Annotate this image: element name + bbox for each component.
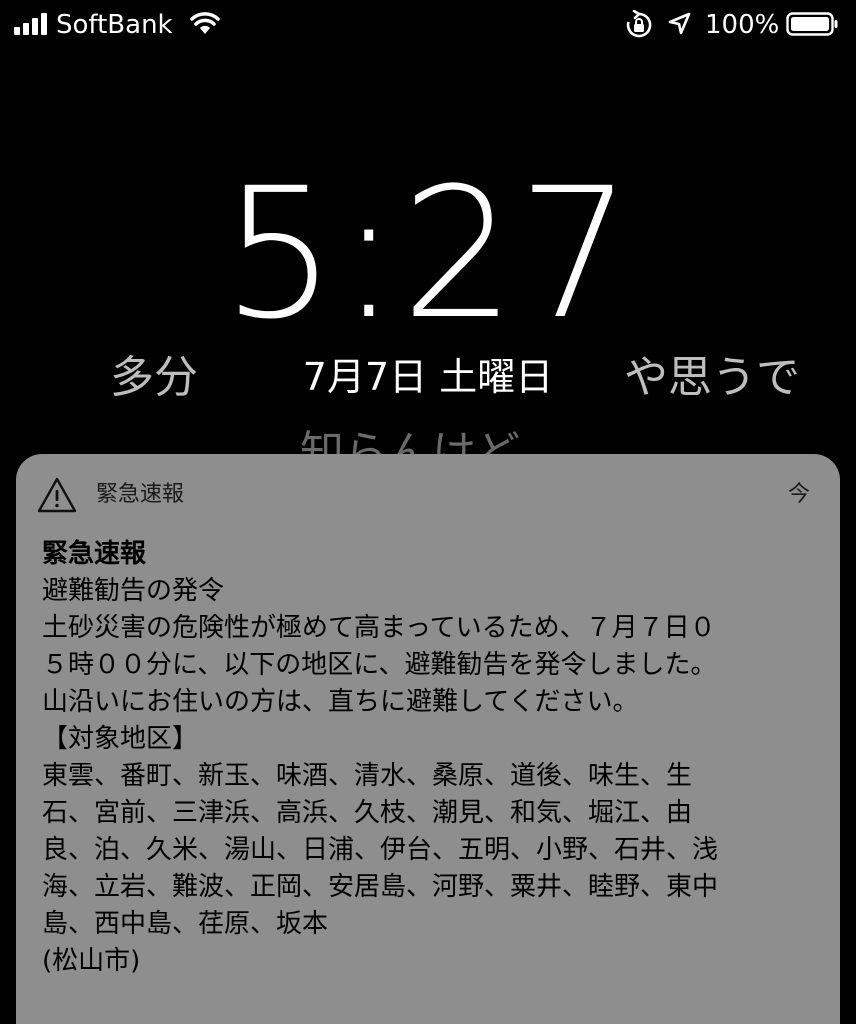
carrier-name: SoftBank bbox=[56, 10, 173, 40]
notification-body: 緊急速報 避難勧告の発令 土砂災害の危険性が極めて高まっているため、７月７日０ … bbox=[42, 536, 822, 980]
notification-app-name: 緊急速報 bbox=[96, 482, 185, 507]
notification-line: 【対象地区】 bbox=[42, 724, 199, 754]
notification-title: 緊急速報 bbox=[42, 539, 147, 569]
battery-percent: 100% bbox=[705, 10, 780, 40]
notification-line: ５時００分に、以下の地区に、避難勧告を発令しました。 bbox=[42, 650, 717, 680]
warning-triangle-icon bbox=[36, 476, 78, 518]
battery-icon bbox=[786, 12, 838, 36]
location-arrow-icon bbox=[667, 11, 693, 41]
signal-strength-icon bbox=[14, 13, 47, 35]
notification-line: 避難勧告の発令 bbox=[42, 576, 225, 606]
lock-screen-date: 7月7日 土曜日 bbox=[302, 355, 554, 399]
orientation-lock-icon bbox=[624, 9, 654, 44]
notification-line: 土砂災害の危険性が極めて高まっているため、７月７日０ bbox=[42, 613, 716, 643]
lock-screen-time: 5:27 bbox=[221, 150, 635, 359]
lock-screen: SoftBank 100% 多分 や思うで 知らんけど 5:27 7月7日 土曜… bbox=[0, 0, 856, 1024]
notification-line: 島、西中島、荏原、坂本 bbox=[42, 909, 329, 939]
status-bar: SoftBank 100% bbox=[0, 0, 856, 50]
wifi-icon bbox=[190, 12, 220, 40]
notification-line: 海、立岩、難波、正岡、安居島、河野、粟井、睦野、東中 bbox=[42, 872, 719, 902]
notification-time: 今 bbox=[787, 482, 810, 507]
notification-line: 東雲、番町、新玉、味酒、清水、桑原、道後、味生、生 bbox=[42, 761, 693, 791]
notification-line: 石、宮前、三津浜、高浜、久枝、潮見、和気、堀江、由 bbox=[42, 798, 693, 828]
notification-line: (松山市) bbox=[42, 946, 141, 976]
notification-line: 良、泊、久米、湯山、日浦、伊台、五明、小野、石井、浅 bbox=[42, 835, 719, 865]
notification-line: 山沿いにお住いの方は、直ちに避難してください。 bbox=[42, 687, 639, 717]
notification-header: 緊急速報 今 bbox=[16, 454, 840, 534]
emergency-alert-notification[interactable]: 緊急速報 今 緊急速報 避難勧告の発令 土砂災害の危険性が極めて高まっているため… bbox=[16, 454, 840, 1024]
